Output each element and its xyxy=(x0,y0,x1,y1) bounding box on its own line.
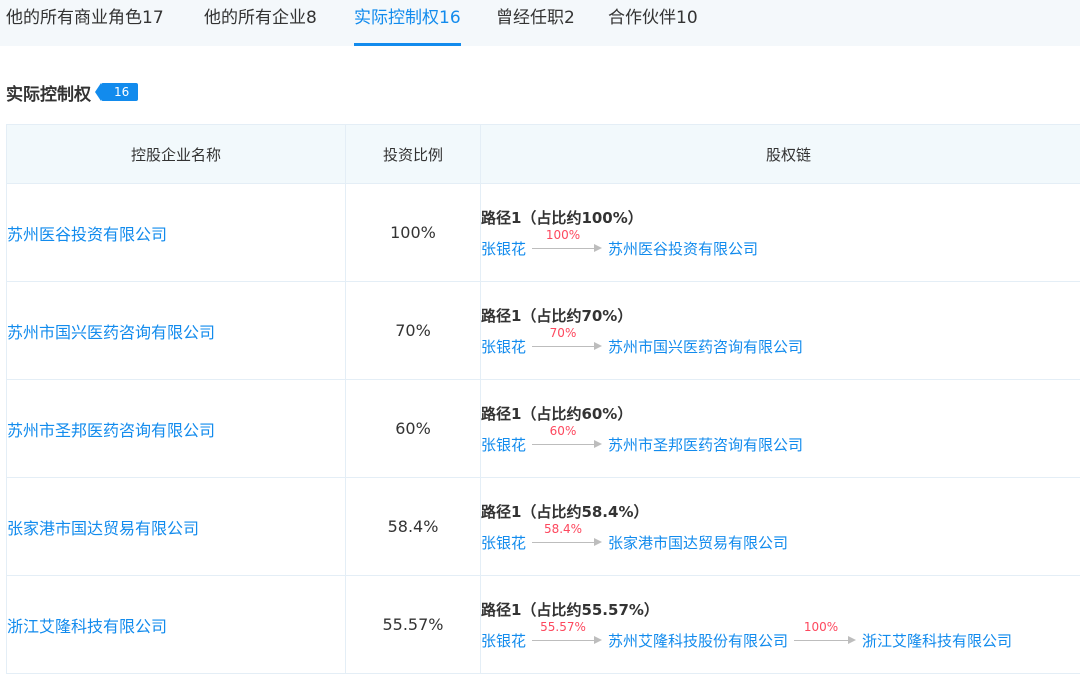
path-title: 路径1（占比约58.4%） xyxy=(481,501,1080,522)
equity-percent: 58.4% xyxy=(532,522,594,536)
column-header-company: 控股企业名称 xyxy=(7,125,346,184)
table-header-row: 控股企业名称 投资比例 股权链 xyxy=(7,125,1080,184)
equity-chain-cell: 路径1（占比约55.57%） 张银花 55.57% 苏州艾隆科技股份有限公司 100% 浙… xyxy=(481,576,1080,674)
path-title: 路径1（占比约70%） xyxy=(481,305,1080,326)
section-header: 实际控制权 16 xyxy=(6,80,138,104)
table-body: 苏州医谷投资有限公司100%路径1（占比约100%）张银花100%苏州医谷投资有… xyxy=(7,184,1080,674)
equity-arrow: 100% xyxy=(532,241,602,255)
investment-ratio: 70% xyxy=(346,282,481,380)
equity-arrow: 58.4% xyxy=(532,535,602,549)
person-link[interactable]: 张银花 xyxy=(481,336,526,357)
equity-chain: 张银花 70% 苏州市国兴医药咨询有限公司 xyxy=(481,336,1080,357)
arrow-line xyxy=(532,640,594,641)
person-link[interactable]: 张银花 xyxy=(481,532,526,553)
table-row: 苏州市圣邦医药咨询有限公司60%路径1（占比约60%）张银花60%苏州市圣邦医药… xyxy=(7,380,1080,478)
column-header-ratio: 投资比例 xyxy=(346,125,481,184)
equity-percent: 60% xyxy=(532,424,594,438)
tab-former-positions[interactable]: 曾经任职2 xyxy=(496,0,575,46)
tab-bar: 他的所有商业角色17 他的所有企业8 实际控制权16 曾经任职2 合作伙伴10 xyxy=(0,0,1080,46)
equity-chain: 张银花 100% 苏州医谷投资有限公司 xyxy=(481,238,1080,259)
arrow-head-icon xyxy=(594,440,602,448)
arrow-line xyxy=(794,640,848,641)
arrow-head-icon xyxy=(594,342,602,350)
arrow-head-icon xyxy=(594,538,602,546)
person-link[interactable]: 张银花 xyxy=(481,630,526,651)
investment-ratio: 100% xyxy=(346,184,481,282)
chain-company-link[interactable]: 苏州医谷投资有限公司 xyxy=(608,238,758,259)
equity-chain-cell: 路径1（占比约100%） 张银花 100% 苏州医谷投资有限公司 xyxy=(481,184,1080,282)
equity-percent: 100% xyxy=(794,620,848,634)
column-header-chain: 股权链 xyxy=(481,125,1080,184)
chain-company-link[interactable]: 张家港市国达贸易有限公司 xyxy=(608,532,788,553)
equity-chain-cell: 路径1（占比约60%） 张银花 60% 苏州市圣邦医药咨询有限公司 xyxy=(481,380,1080,478)
equity-percent: 55.57% xyxy=(532,620,594,634)
path-title: 路径1（占比约100%） xyxy=(481,207,1080,228)
equity-arrow: 55.57% xyxy=(532,633,602,647)
tab-business-roles[interactable]: 他的所有商业角色17 xyxy=(6,0,164,46)
arrow-head-icon xyxy=(848,636,856,644)
tab-partners[interactable]: 合作伙伴10 xyxy=(608,0,698,46)
equity-chain: 张银花 58.4% 张家港市国达贸易有限公司 xyxy=(481,532,1080,553)
investment-ratio: 55.57% xyxy=(346,576,481,674)
arrow-line xyxy=(532,444,594,445)
equity-chain: 张银花 60% 苏州市圣邦医药咨询有限公司 xyxy=(481,434,1080,455)
equity-chain-cell: 路径1（占比约70%） 张银花 70% 苏州市国兴医药咨询有限公司 xyxy=(481,282,1080,380)
company-name-link[interactable]: 浙江艾隆科技有限公司 xyxy=(7,576,346,674)
arrow-head-icon xyxy=(594,636,602,644)
control-table: 控股企业名称 投资比例 股权链 苏州医谷投资有限公司100%路径1（占比约100… xyxy=(6,124,1080,674)
count-badge: 16 xyxy=(101,83,138,101)
table-row: 浙江艾隆科技有限公司55.57%路径1（占比约55.57%）张银花55.57%苏… xyxy=(7,576,1080,674)
tab-all-enterprises[interactable]: 他的所有企业8 xyxy=(204,0,317,46)
arrow-line xyxy=(532,346,594,347)
company-name-link[interactable]: 苏州市圣邦医药咨询有限公司 xyxy=(7,380,346,478)
equity-percent: 100% xyxy=(532,228,594,242)
path-title: 路径1（占比约55.57%） xyxy=(481,599,1080,620)
equity-chain-cell: 路径1（占比约58.4%） 张银花 58.4% 张家港市国达贸易有限公司 xyxy=(481,478,1080,576)
equity-chain: 张银花 55.57% 苏州艾隆科技股份有限公司 100% 浙江艾隆科技有限公司 xyxy=(481,630,1080,651)
arrow-line xyxy=(532,248,594,249)
chain-company-link[interactable]: 苏州市国兴医药咨询有限公司 xyxy=(608,336,803,357)
person-link[interactable]: 张银花 xyxy=(481,434,526,455)
table-row: 张家港市国达贸易有限公司58.4%路径1（占比约58.4%）张银花58.4%张家… xyxy=(7,478,1080,576)
arrow-line xyxy=(532,542,594,543)
equity-percent: 70% xyxy=(532,326,594,340)
equity-arrow: 70% xyxy=(532,339,602,353)
equity-arrow: 100% xyxy=(794,633,856,647)
arrow-head-icon xyxy=(594,244,602,252)
equity-arrow: 60% xyxy=(532,437,602,451)
path-title: 路径1（占比约60%） xyxy=(481,403,1080,424)
company-name-link[interactable]: 张家港市国达贸易有限公司 xyxy=(7,478,346,576)
tab-actual-control[interactable]: 实际控制权16 xyxy=(354,0,461,46)
chain-company-link[interactable]: 苏州市圣邦医药咨询有限公司 xyxy=(608,434,803,455)
investment-ratio: 60% xyxy=(346,380,481,478)
investment-ratio: 58.4% xyxy=(346,478,481,576)
chain-company-link[interactable]: 浙江艾隆科技有限公司 xyxy=(862,630,1012,651)
table-row: 苏州市国兴医药咨询有限公司70%路径1（占比约70%）张银花70%苏州市国兴医药… xyxy=(7,282,1080,380)
company-name-link[interactable]: 苏州医谷投资有限公司 xyxy=(7,184,346,282)
chain-company-link[interactable]: 苏州艾隆科技股份有限公司 xyxy=(608,630,788,651)
table-row: 苏州医谷投资有限公司100%路径1（占比约100%）张银花100%苏州医谷投资有… xyxy=(7,184,1080,282)
person-link[interactable]: 张银花 xyxy=(481,238,526,259)
section-title: 实际控制权 xyxy=(6,80,91,105)
company-name-link[interactable]: 苏州市国兴医药咨询有限公司 xyxy=(7,282,346,380)
